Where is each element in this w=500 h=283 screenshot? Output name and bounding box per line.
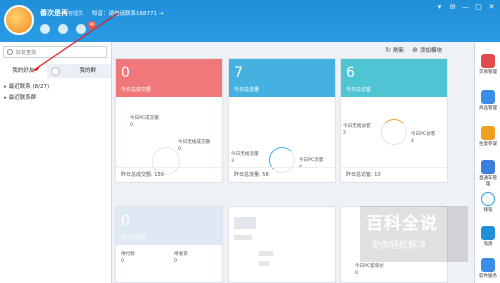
watermark-title: 百科全说 xyxy=(366,214,438,234)
watermark-subtitle: 助你轻松解决 xyxy=(372,241,427,251)
watermark: 百科全说 助你轻松解决 xyxy=(360,206,468,262)
